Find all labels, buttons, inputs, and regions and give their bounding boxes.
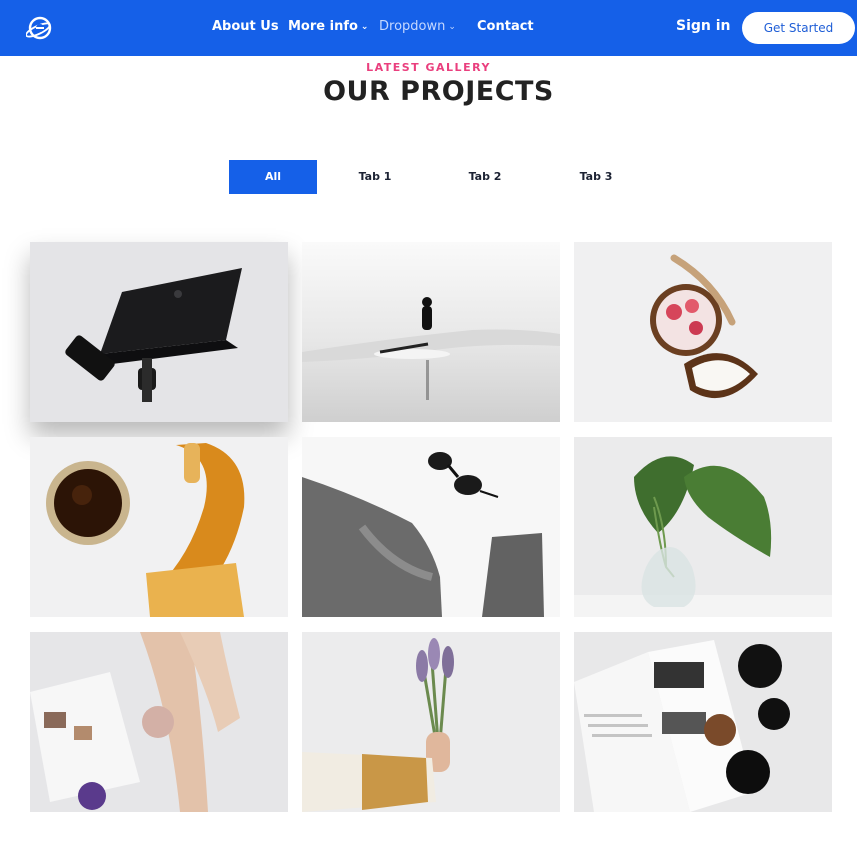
sweater-sunglasses-image (302, 437, 560, 617)
laptop-phone-watch-image (30, 242, 288, 422)
tab-2[interactable]: Tab 2 (446, 160, 524, 194)
section-eyebrow: LATEST GALLERY (366, 61, 491, 74)
tab-all[interactable]: All (229, 160, 317, 194)
navbar: About Us More info ⌄ Dropdown ⌄ Contact Si… (0, 0, 857, 56)
reading-in-bed-image (30, 632, 288, 812)
nav-contact-label: Contact (477, 19, 534, 34)
magazine-teapot-image (574, 632, 832, 812)
gallery-item-lavender[interactable] (302, 632, 560, 812)
nav-about-us[interactable]: About Us (212, 19, 279, 34)
nav-more-info-label: More info (288, 19, 358, 34)
orbit-logo-icon[interactable] (26, 14, 54, 42)
chevron-down-icon: ⌄ (448, 22, 456, 32)
lavender-bouquet-image (302, 632, 560, 812)
page-title: OUR PROJECTS (323, 76, 554, 107)
sign-in-link[interactable]: Sign in (676, 18, 731, 34)
gallery-item-surfer[interactable] (302, 242, 560, 422)
nav-about-us-label: About Us (212, 19, 279, 34)
gallery-item-reading[interactable] (30, 632, 288, 812)
nav-dropdown-label: Dropdown (379, 19, 446, 34)
get-started-button[interactable]: Get Started (742, 12, 855, 44)
gallery-item-plant[interactable] (574, 437, 832, 617)
tab-3[interactable]: Tab 3 (557, 160, 635, 194)
gallery-item-honey[interactable] (30, 437, 288, 617)
chevron-down-icon: ⌄ (360, 22, 369, 32)
nav-dropdown[interactable]: Dropdown ⌄ (379, 19, 456, 34)
nav-contact[interactable]: Contact (477, 19, 534, 34)
gallery-item-sweater[interactable] (302, 437, 560, 617)
gallery-item-magazine[interactable] (574, 632, 832, 812)
tab-1[interactable]: Tab 1 (336, 160, 414, 194)
gallery-item-laptop[interactable] (30, 242, 288, 422)
coconut-bowl-image (574, 242, 832, 422)
surfer-image (302, 242, 560, 422)
nav-more-info[interactable]: More info ⌄ (288, 19, 368, 34)
leaf-vase-image (574, 437, 832, 617)
honey-jar-image (30, 437, 288, 617)
gallery-item-coconut[interactable] (574, 242, 832, 422)
